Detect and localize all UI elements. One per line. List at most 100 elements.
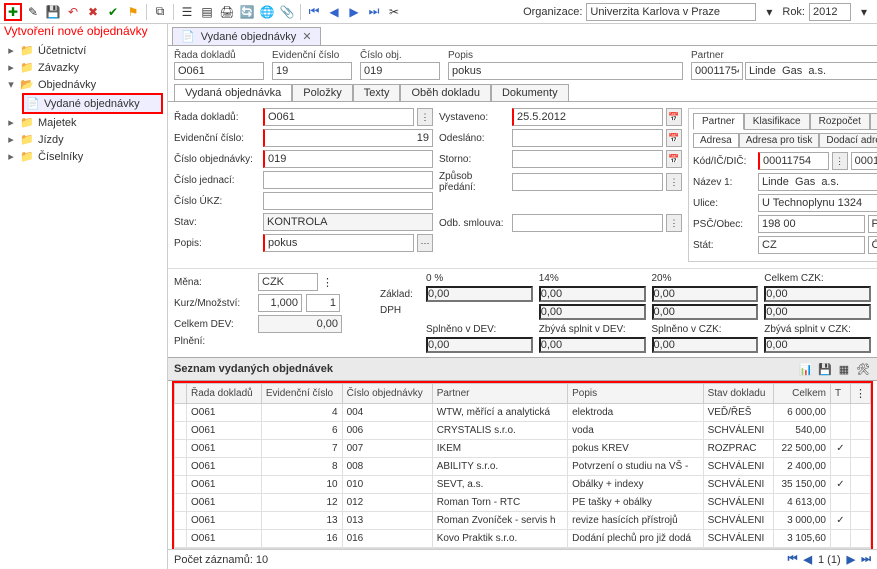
f-zp[interactable] xyxy=(512,173,663,191)
year-input[interactable] xyxy=(809,3,851,21)
m-kurz2[interactable] xyxy=(306,294,340,312)
hdr-partner[interactable] xyxy=(745,62,877,80)
calendar-icon[interactable]: 📅 xyxy=(666,129,682,147)
p-kod1[interactable] xyxy=(758,152,829,170)
f-cj[interactable] xyxy=(263,171,433,189)
tab-vydana[interactable]: Vydaná objednávka xyxy=(174,84,292,101)
page-first-icon[interactable]: ⏮ xyxy=(788,553,798,566)
f-popis[interactable] xyxy=(263,234,414,252)
table-row[interactable]: O06112012Roman Torn - RTCPE tašky + obál… xyxy=(175,494,871,512)
tree-objednavky[interactable]: ▾📂Objednávky xyxy=(4,76,163,93)
grid-grid-icon[interactable]: ▦ xyxy=(836,361,852,377)
table-row[interactable]: O06110010SEVT, a.s.Obálky + indexySCHVÁL… xyxy=(175,476,871,494)
tab-polozky[interactable]: Položky xyxy=(292,84,353,101)
tab-obeh[interactable]: Oběh dokladu xyxy=(400,84,491,101)
ptab-klas[interactable]: Klasifikace xyxy=(744,113,810,130)
p-obec[interactable] xyxy=(868,215,877,233)
copy-icon[interactable]: ⧉ xyxy=(151,3,169,21)
m-sczk xyxy=(652,337,759,353)
p-psc[interactable] xyxy=(758,215,865,233)
last-icon[interactable]: ⏭ xyxy=(365,3,383,21)
next-icon[interactable]: ▶ xyxy=(345,3,363,21)
year-dropdown-icon[interactable]: ▾ xyxy=(855,3,873,21)
f-cukz[interactable] xyxy=(263,192,433,210)
lookup-icon[interactable]: ⋮ xyxy=(322,276,333,289)
table-row[interactable]: O06116016Kovo Praktik s.r.o.Dodání plech… xyxy=(175,530,871,548)
m-kurz1[interactable] xyxy=(258,294,302,312)
grid-settings-icon[interactable]: 🛠 xyxy=(855,361,871,377)
table-row[interactable]: O0614004WTW, měřící a analytickáelektrod… xyxy=(175,404,871,422)
tab-texty[interactable]: Texty xyxy=(353,84,401,101)
refresh-icon[interactable]: 🔄 xyxy=(238,3,256,21)
f-vyst[interactable] xyxy=(512,108,663,126)
delete-icon[interactable]: ✖ xyxy=(84,3,102,21)
tree-vydane-objednavky[interactable]: 📄Vydané objednávky xyxy=(22,93,163,114)
lookup-icon[interactable]: ⋮ xyxy=(417,108,433,126)
column-config-icon[interactable]: ⋮ xyxy=(855,388,866,400)
calendar-icon[interactable]: 📅 xyxy=(666,108,682,126)
tree-majetek[interactable]: ▸📁Majetek xyxy=(4,114,163,131)
ptab-partner[interactable]: Partner xyxy=(693,113,744,130)
table-row[interactable]: O06113013Roman Zvoníček - servis hrevize… xyxy=(175,512,871,530)
page-next-icon[interactable]: ▶ xyxy=(847,553,855,566)
tree-ucetnictvi[interactable]: ▸📁Účetnictví xyxy=(4,42,163,59)
tab-dokumenty[interactable]: Dokumenty xyxy=(491,84,569,101)
new-icon[interactable]: ✚ xyxy=(4,3,22,21)
p-ul[interactable] xyxy=(758,194,877,212)
grid-export-icon[interactable]: 📊 xyxy=(798,361,814,377)
ptab-rozp[interactable]: Rozpočet xyxy=(810,113,870,130)
hdr-rada[interactable] xyxy=(174,62,264,80)
lookup-icon[interactable]: ⋮ xyxy=(666,173,682,191)
p-stat2[interactable] xyxy=(868,236,877,254)
org-dropdown-icon[interactable]: ▾ xyxy=(760,3,778,21)
table-row[interactable]: O0616006CRYSTALIS s.r.o.vodaSCHVÁLENI540… xyxy=(175,422,871,440)
m-mena[interactable] xyxy=(258,273,318,291)
attach-icon[interactable]: 📎 xyxy=(278,3,296,21)
close-icon[interactable]: ✕ xyxy=(302,30,311,43)
main-toolbar: ✚ ✎ 💾 ↶ ✖ ✔ ⚑ ⧉ ☰ ▤ 🖨 🔄 🌐 📎 ⏮ ◀ ▶ ⏭ ✂ Or… xyxy=(0,0,877,24)
table-row[interactable]: O0618008ABILITY s.r.o.Potvrzení o studiu… xyxy=(175,458,871,476)
f-rada[interactable] xyxy=(263,108,414,126)
atab-adresa[interactable]: Adresa xyxy=(693,133,739,148)
p-naz[interactable] xyxy=(758,173,877,191)
org-input[interactable] xyxy=(586,3,756,21)
atab-tisk[interactable]: Adresa pro tisk xyxy=(739,133,820,148)
f-ev[interactable] xyxy=(263,129,433,147)
print-icon[interactable]: 🖨 xyxy=(218,3,236,21)
f-storno[interactable] xyxy=(512,150,663,168)
first-icon[interactable]: ⏮ xyxy=(305,3,323,21)
check-icon[interactable]: ✔ xyxy=(104,3,122,21)
tree-zavazky[interactable]: ▸📁Závazky xyxy=(4,59,163,76)
grid-save-icon[interactable]: 💾 xyxy=(817,361,833,377)
tab-vydane-objednavky[interactable]: 📄 Vydané objednávky ✕ xyxy=(172,27,321,45)
f-osml[interactable] xyxy=(512,214,663,232)
page-last-icon[interactable]: ⏭ xyxy=(861,553,871,566)
globe-icon[interactable]: 🌐 xyxy=(258,3,276,21)
hdr-popis[interactable] xyxy=(448,62,683,80)
table-row[interactable]: O0617007IKEM pokus KREVROZPRAC22 500,00✓ xyxy=(175,440,871,458)
hdr-ev[interactable] xyxy=(272,62,352,80)
prev-icon[interactable]: ◀ xyxy=(325,3,343,21)
f-cobj[interactable] xyxy=(263,150,433,168)
hdr-partner-code[interactable] xyxy=(691,62,743,80)
calendar-icon[interactable]: 📅 xyxy=(666,150,682,168)
edit-icon[interactable]: ✎ xyxy=(24,3,42,21)
cut-icon[interactable]: ✂ xyxy=(385,3,403,21)
ptab-dod[interactable]: Dodávka xyxy=(870,113,877,130)
flag-icon[interactable]: ⚑ xyxy=(124,3,142,21)
p-stat1[interactable] xyxy=(758,236,865,254)
lookup-icon[interactable]: ⋮ xyxy=(666,214,682,232)
lookup-icon[interactable]: ⋮ xyxy=(832,152,848,170)
tree-jizdy[interactable]: ▸📁Jízdy xyxy=(4,131,163,148)
save-icon[interactable]: 💾 xyxy=(44,3,62,21)
hdr-cis[interactable] xyxy=(360,62,440,80)
expand-icon[interactable]: ⋯ xyxy=(417,234,433,252)
filter-icon[interactable]: ▤ xyxy=(198,3,216,21)
undo-icon[interactable]: ↶ xyxy=(64,3,82,21)
list-icon[interactable]: ☰ xyxy=(178,3,196,21)
p-kod2[interactable] xyxy=(851,152,877,170)
atab-dodaci[interactable]: Dodací adresa xyxy=(819,133,877,148)
tree-ciselniky[interactable]: ▸📁Číselníky xyxy=(4,148,163,165)
page-prev-icon[interactable]: ◀ xyxy=(804,553,812,566)
f-odes[interactable] xyxy=(512,129,663,147)
